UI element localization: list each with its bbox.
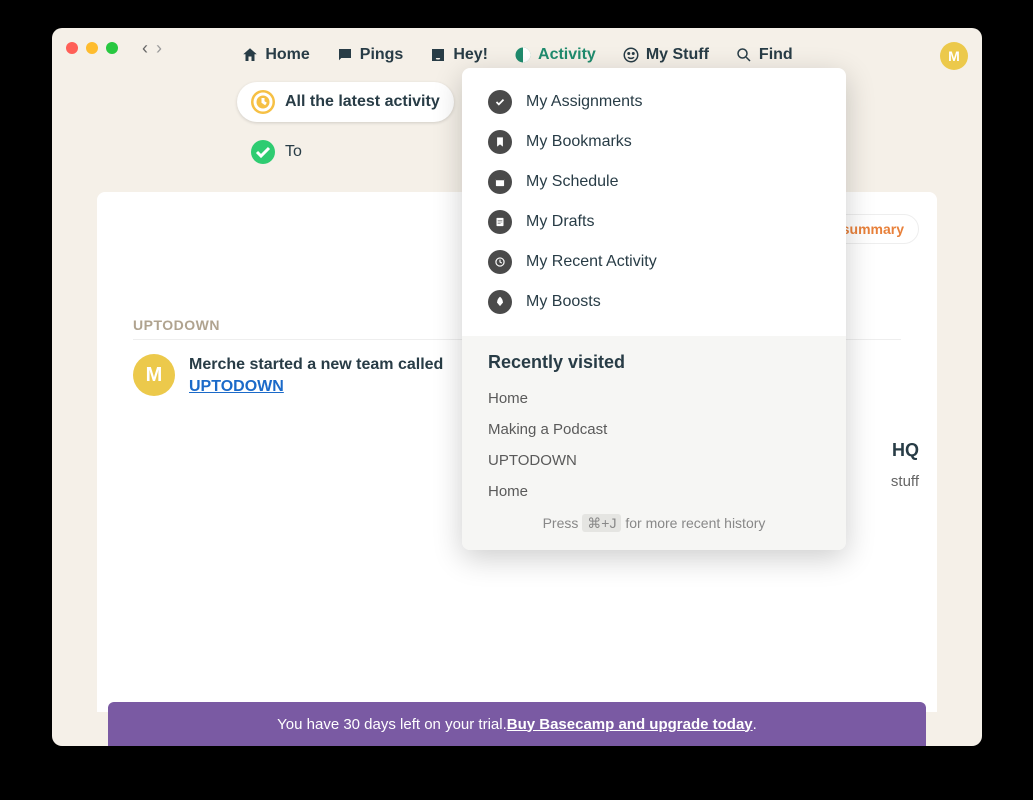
recently-visited-title: Recently visited xyxy=(488,352,820,373)
nav-find[interactable]: Find xyxy=(735,46,793,64)
draft-icon xyxy=(488,210,512,234)
bookmark-icon xyxy=(488,130,512,154)
clock-icon xyxy=(251,90,275,114)
menu-my-schedule[interactable]: My Schedule xyxy=(470,162,838,202)
recent-link[interactable]: Home xyxy=(488,476,820,507)
home-icon xyxy=(241,46,259,64)
activity-avatar: M xyxy=(133,354,175,396)
menu-my-bookmarks[interactable]: My Bookmarks xyxy=(470,122,838,162)
forward-button[interactable]: › xyxy=(156,38,162,59)
menu-label: My Schedule xyxy=(526,173,619,191)
menu-label: My Boosts xyxy=(526,293,601,311)
activity-icon xyxy=(514,46,532,64)
calendar-icon xyxy=(488,170,512,194)
filter-all-activity[interactable]: All the latest activity xyxy=(237,82,454,122)
mystuff-dropdown: My Assignments My Bookmarks My Schedule … xyxy=(462,68,846,550)
nav-mystuff[interactable]: My Stuff xyxy=(622,46,709,64)
clock-icon xyxy=(488,250,512,274)
nav-pings[interactable]: Pings xyxy=(336,46,404,64)
menu-my-assignments[interactable]: My Assignments xyxy=(470,82,838,122)
nav-hey[interactable]: Hey! xyxy=(429,46,488,64)
nav-activity-label: Activity xyxy=(538,46,596,64)
nav-home-label: Home xyxy=(265,46,309,64)
activity-link[interactable]: UPTODOWN xyxy=(189,378,284,395)
history-nav: ‹ › xyxy=(142,38,162,59)
menu-label: My Bookmarks xyxy=(526,133,632,151)
traffic-lights xyxy=(66,42,118,54)
recently-visited: Recently visited Home Making a Podcast U… xyxy=(462,336,846,550)
activity-text: Merche started a new team called UPTODOW… xyxy=(189,354,443,399)
keyboard-shortcut: ⌘+J xyxy=(582,514,621,532)
user-avatar[interactable]: M xyxy=(940,42,968,70)
menu-label: My Drafts xyxy=(526,213,594,231)
menu-label: My Recent Activity xyxy=(526,253,657,271)
menu-label: My Assignments xyxy=(526,93,642,111)
inbox-icon xyxy=(429,46,447,64)
history-hint: Press ⌘+J for more recent history xyxy=(488,515,820,532)
nav-activity[interactable]: Activity xyxy=(514,46,596,64)
trial-upgrade-link[interactable]: Buy Basecamp and upgrade today xyxy=(507,716,753,733)
nav-find-label: Find xyxy=(759,46,793,64)
recent-link[interactable]: UPTODOWN xyxy=(488,445,820,476)
recent-link[interactable]: Home xyxy=(488,383,820,414)
filter-partial-to[interactable]: To xyxy=(237,132,316,172)
chat-icon xyxy=(336,46,354,64)
trial-dot: . xyxy=(753,716,757,733)
filter-all-label: All the latest activity xyxy=(285,93,440,111)
filter-to-label: To xyxy=(285,143,302,161)
nav-pings-label: Pings xyxy=(360,46,404,64)
nav-home[interactable]: Home xyxy=(241,46,309,64)
activity-prefix: Merche started a new team called xyxy=(189,356,443,373)
hq-title: HQ xyxy=(891,440,919,461)
nav-hey-label: Hey! xyxy=(453,46,488,64)
menu-my-boosts[interactable]: My Boosts xyxy=(470,282,838,322)
hq-subtitle: stuff xyxy=(891,473,919,490)
maximize-window-button[interactable] xyxy=(106,42,118,54)
close-window-button[interactable] xyxy=(66,42,78,54)
minimize-window-button[interactable] xyxy=(86,42,98,54)
nav-mystuff-label: My Stuff xyxy=(646,46,709,64)
back-button[interactable]: ‹ xyxy=(142,38,148,59)
app-window: ‹ › Home Pings Hey! Activity My Stuff Fi… xyxy=(52,28,982,746)
check-icon xyxy=(251,140,275,164)
recent-link[interactable]: Making a Podcast xyxy=(488,414,820,445)
hq-peek: HQ stuff xyxy=(891,440,919,490)
dropdown-list: My Assignments My Bookmarks My Schedule … xyxy=(462,68,846,336)
search-icon xyxy=(735,46,753,64)
trial-banner: You have 30 days left on your trial. Buy… xyxy=(108,702,926,746)
face-icon xyxy=(622,46,640,64)
menu-my-drafts[interactable]: My Drafts xyxy=(470,202,838,242)
menu-my-recent-activity[interactable]: My Recent Activity xyxy=(470,242,838,282)
trial-text: You have 30 days left on your trial. xyxy=(277,716,507,733)
boost-icon xyxy=(488,290,512,314)
avatar-letter: M xyxy=(948,48,960,64)
check-circle-icon xyxy=(488,90,512,114)
